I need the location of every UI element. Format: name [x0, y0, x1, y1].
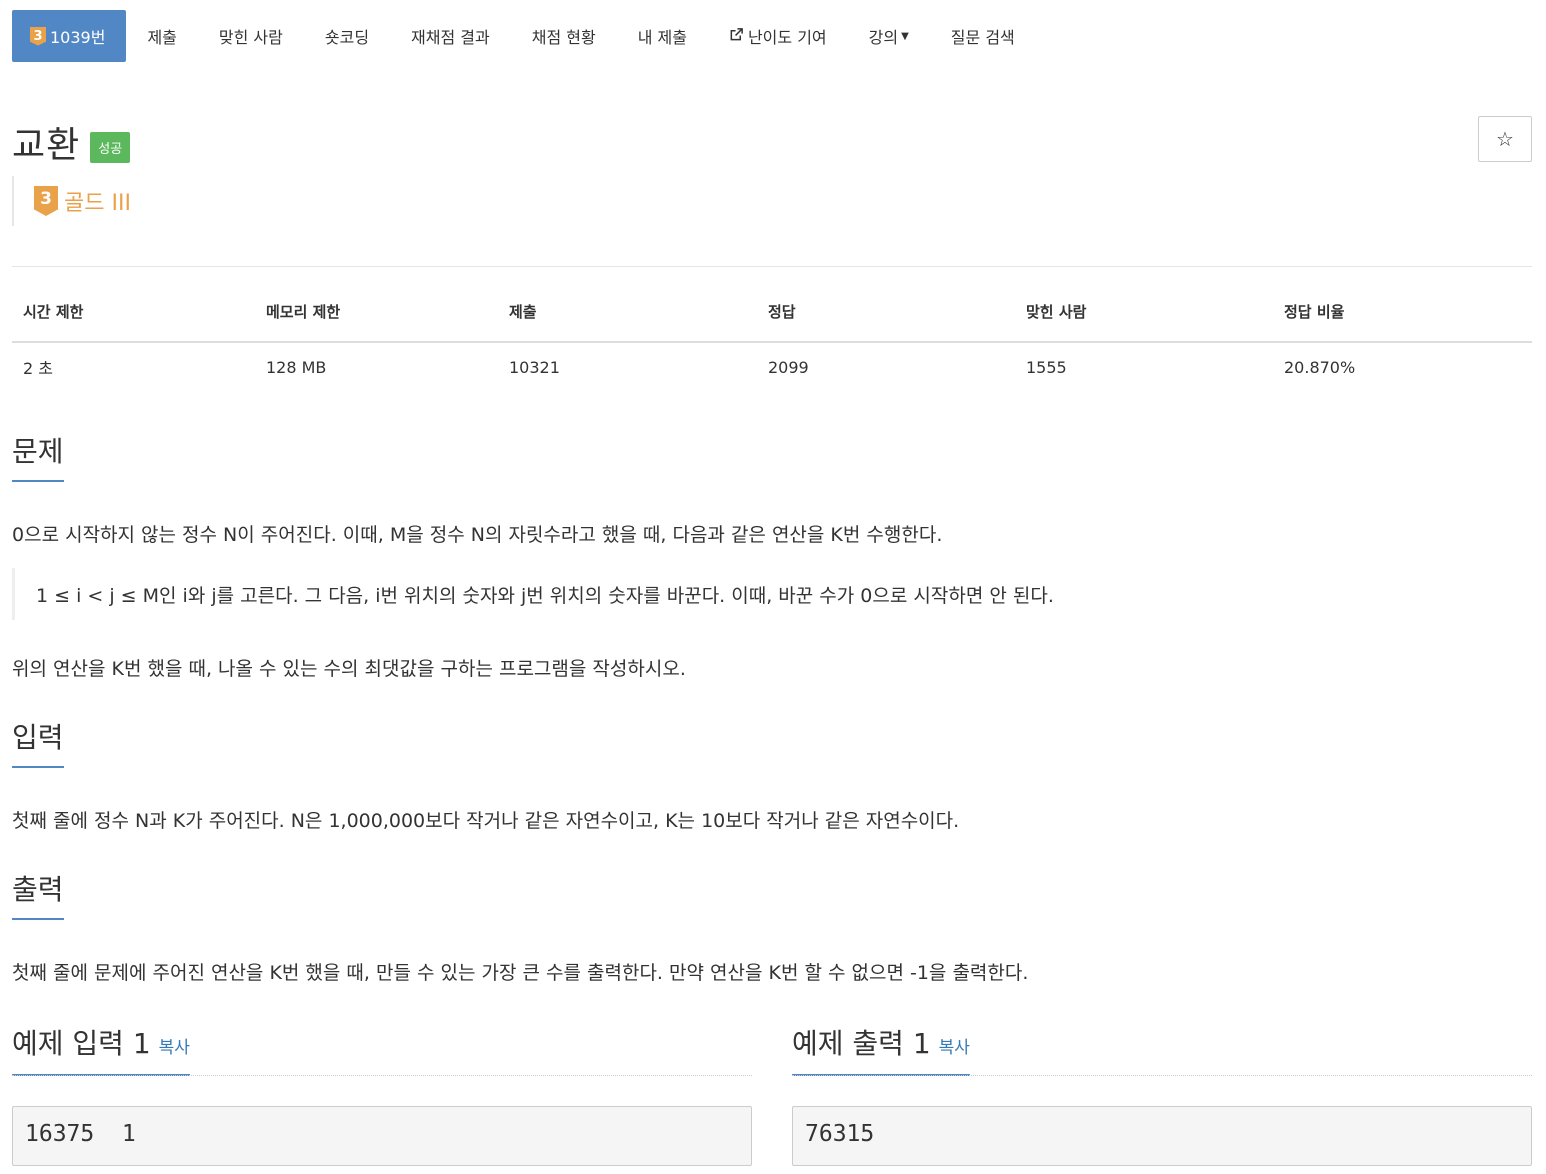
tab-difficulty-contribution[interactable]: 난이도 기여: [708, 10, 848, 62]
tab-judge-status[interactable]: 채점 현황: [511, 10, 617, 62]
sample-input-title: 예제 입력 1 복사: [12, 1022, 190, 1076]
problem-page: 3 1039번 제출 맞힌 사람 숏코딩 재채점 결과 채점 현황 내 제출 난…: [0, 0, 1546, 1174]
tab-short-coding[interactable]: 숏코딩: [304, 10, 390, 62]
heading-output: 출력: [12, 868, 64, 920]
sample-output-box[interactable]: 76315: [792, 1106, 1532, 1166]
tab-my-submissions[interactable]: 내 제출: [617, 10, 708, 62]
value-submissions: 10321: [509, 357, 560, 377]
value-accept-ratio: 20.870%: [1284, 357, 1356, 377]
value-time-limit: 2 초: [23, 359, 53, 378]
input-description: 첫째 줄에 정수 N과 K가 주어진다. N은 1,000,000보다 작거나 …: [12, 810, 960, 832]
caret-down-icon: ▼: [901, 30, 909, 42]
tab-solved-users-label: 맞힌 사람: [218, 28, 283, 47]
tab-short-coding-label: 숏코딩: [324, 28, 370, 47]
dotted-divider: [12, 1075, 752, 1076]
copy-output-button[interactable]: 복사: [939, 1038, 970, 1058]
section-output-heading: 출력: [12, 868, 1532, 920]
tab-problem-label: 1039번: [50, 28, 106, 47]
star-icon: ☆: [1496, 127, 1514, 151]
sample-output-title: 예제 출력 1 복사: [792, 1022, 970, 1076]
status-badge: 성공: [90, 131, 131, 163]
header-accepted: 정답: [757, 296, 1015, 343]
sample-input-box[interactable]: 16375 1: [12, 1106, 752, 1166]
tab-judge-status-label: 채점 현황: [531, 28, 596, 47]
section-problem-heading: 문제: [12, 430, 1532, 482]
tab-lectures-dropdown[interactable]: 강의 ▼: [848, 10, 930, 62]
header-submissions: 제출: [498, 296, 757, 343]
sample-input-heading: 예제 입력 1 복사: [12, 1022, 752, 1076]
problem-quote-text: 1 ≤ i < j ≤ M인 i와 j를 고른다. 그 다음, i번 위치의 숫…: [36, 584, 1054, 607]
heading-input: 입력: [12, 716, 64, 768]
value-accepted: 2099: [768, 357, 809, 377]
problem-nav-tabs: 3 1039번 제출 맞힌 사람 숏코딩 재채점 결과 채점 현황 내 제출 난…: [12, 10, 1036, 62]
copy-input-button[interactable]: 복사: [159, 1038, 190, 1058]
output-description: 첫째 줄에 문제에 주어진 연산을 K번 했을 때, 만들 수 있는 가장 큰 …: [12, 962, 1029, 984]
problem-quote: 1 ≤ i < j ≤ M인 i와 j를 고른다. 그 다음, i번 위치의 숫…: [12, 568, 1532, 620]
sample-output-heading: 예제 출력 1 복사: [792, 1022, 1532, 1076]
tab-submit-label: 제출: [147, 28, 177, 47]
tab-solved-users[interactable]: 맞힌 사람: [198, 10, 304, 62]
tab-question-search[interactable]: 질문 검색: [930, 10, 1036, 62]
tab-problem[interactable]: 3 1039번: [12, 10, 127, 62]
header-time-limit: 시간 제한: [12, 296, 255, 343]
tab-submit[interactable]: 제출: [126, 10, 197, 62]
value-memory-limit: 128 MB: [266, 357, 327, 377]
sample-input-title-text: 예제 입력 1: [12, 1027, 151, 1060]
header-solved-users: 맞힌 사람: [1015, 296, 1273, 343]
table-header-row: 시간 제한 메모리 제한 제출 정답 맞힌 사람 정답 비율: [12, 296, 1532, 343]
gold-tier-icon: 3: [34, 186, 58, 216]
tab-my-submissions-label: 내 제출: [637, 28, 687, 47]
sample-output-title-text: 예제 출력 1: [792, 1027, 931, 1060]
tier-name: 골드 III: [64, 191, 131, 216]
tab-question-search-label: 질문 검색: [950, 28, 1015, 47]
external-link-icon: [729, 27, 744, 46]
problem-info-table: 시간 제한 메모리 제한 제출 정답 맞힌 사람 정답 비율 2 초 128 M…: [12, 296, 1532, 391]
divider: [12, 266, 1532, 267]
table-row: 2 초 128 MB 10321 2099 1555 20.870%: [12, 342, 1532, 391]
favorite-star-button[interactable]: ☆: [1478, 116, 1532, 162]
tab-rejudge-results[interactable]: 재채점 결과: [390, 10, 511, 62]
dotted-divider: [792, 1075, 1532, 1076]
header-memory-limit: 메모리 제한: [255, 296, 498, 343]
heading-problem: 문제: [12, 430, 64, 482]
tab-rejudge-results-label: 재채점 결과: [411, 28, 490, 47]
tab-lectures-label: 강의: [868, 28, 899, 47]
problem-description-2: 위의 연산을 K번 했을 때, 나올 수 있는 수의 최댓값을 구하는 프로그램…: [12, 658, 686, 680]
dotted-divider: [12, 919, 1532, 920]
section-input-heading: 입력: [12, 716, 1532, 768]
value-solved-users: 1555: [1026, 357, 1067, 377]
problem-title: 교환: [12, 125, 81, 166]
tab-difficulty-contribution-label: 난이도 기여: [747, 28, 827, 47]
problem-description: 0으로 시작하지 않는 정수 N이 주어진다. 이때, M을 정수 N의 자릿수…: [12, 524, 943, 546]
header-accept-ratio: 정답 비율: [1273, 296, 1532, 343]
dotted-divider: [12, 481, 1532, 482]
problem-title-area: 교환 성공: [12, 116, 131, 168]
gold-tier-icon: 3: [30, 26, 46, 46]
problem-tier: 3 골드 III: [12, 176, 131, 226]
dotted-divider: [12, 767, 1532, 768]
